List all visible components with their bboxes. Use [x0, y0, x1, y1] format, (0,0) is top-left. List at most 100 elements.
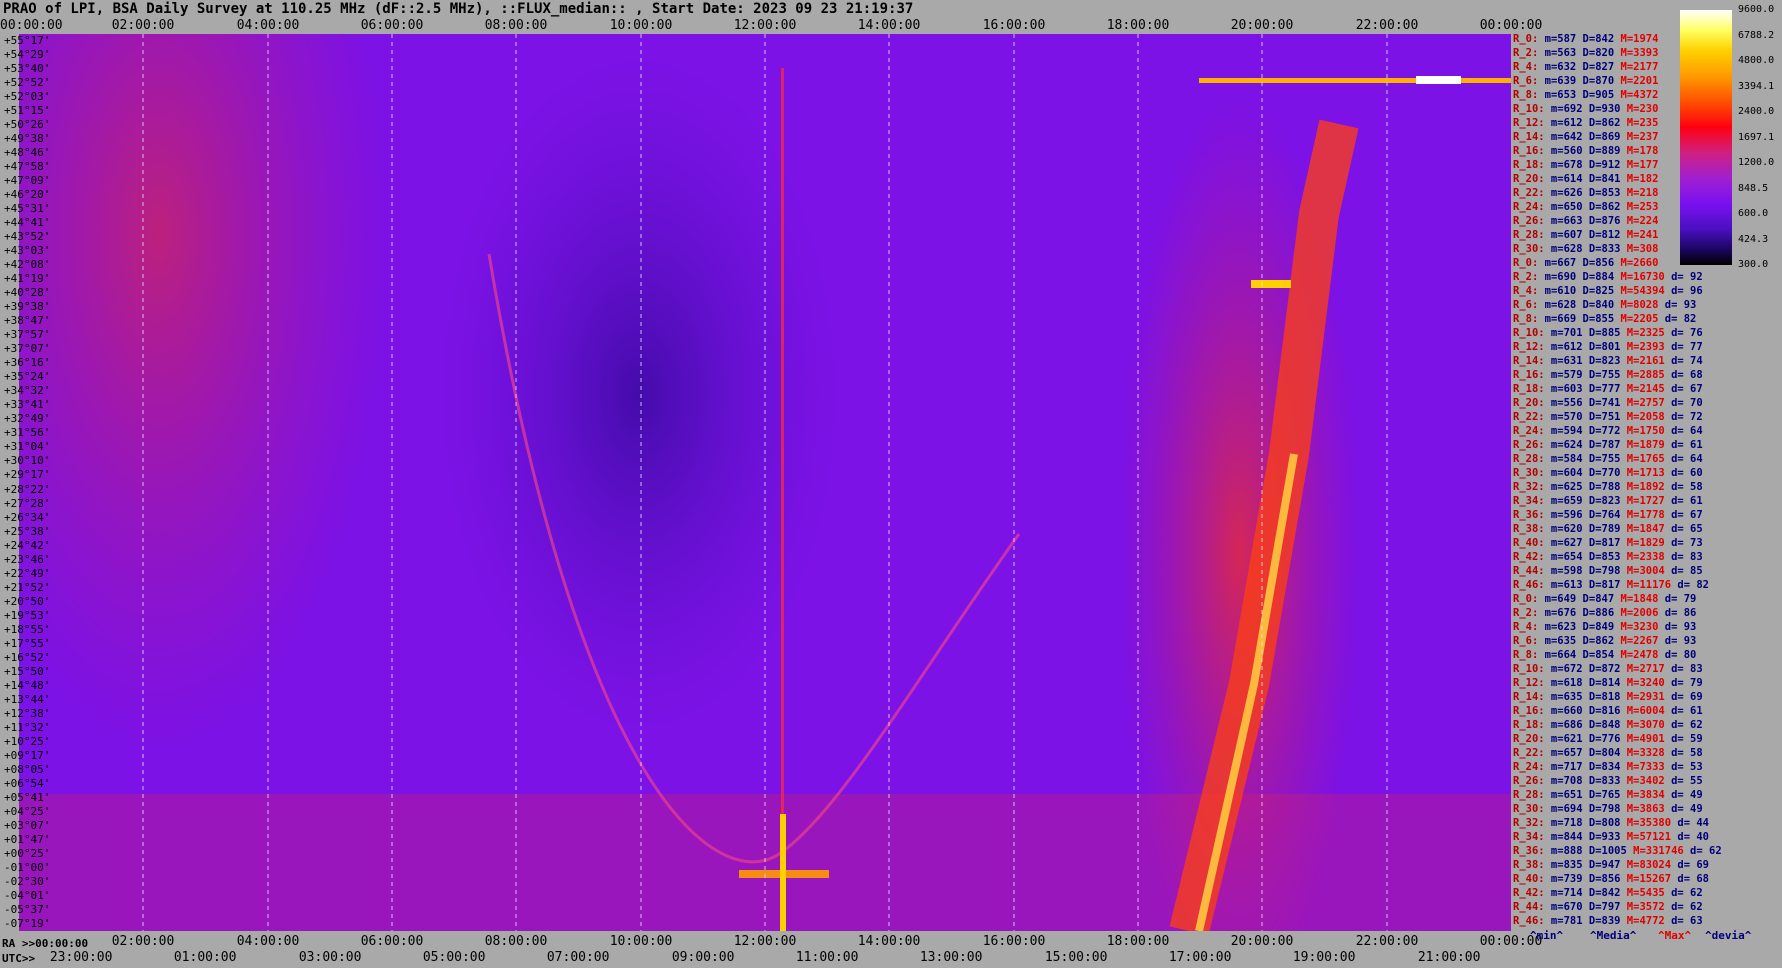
declination-label: -04°01': [4, 888, 51, 902]
beam-max: M=35380: [1620, 817, 1672, 829]
beam-median: D=862: [1582, 201, 1621, 213]
utc-axis-label: UTC>>: [2, 952, 36, 965]
ra-axis-label: RA >>00:00:00: [2, 937, 89, 950]
beam-min: m=604: [1544, 467, 1583, 479]
x-top-tick-label: 00:00:00: [0, 18, 63, 33]
beam-median: D=912: [1582, 159, 1621, 171]
beam-stats-row: R_0: m=587 D=842 M=1974: [1513, 34, 1658, 45]
beam-max: M=4372: [1614, 89, 1659, 101]
beam-max: M=83024: [1620, 859, 1672, 871]
beam-stats-row: R_28: m=607 D=812 M=241: [1513, 230, 1658, 241]
beam-median: D=862: [1576, 635, 1615, 647]
declination-label: +54°29': [4, 48, 51, 62]
beam-max: M=1829: [1620, 537, 1665, 549]
beam-min: m=607: [1544, 229, 1583, 241]
declination-label: +06°54': [4, 776, 51, 790]
declination-label: +14°48': [4, 678, 51, 692]
beam-id: R_22:: [1513, 411, 1545, 423]
beam-dev: d= 80: [1658, 649, 1697, 661]
beam-id: R_2:: [1513, 271, 1539, 283]
beam-dev: d= 64: [1664, 453, 1703, 465]
beam-min: m=676: [1538, 607, 1577, 619]
beam-median: D=833: [1582, 775, 1621, 787]
x-utc-tick-label: 21:00:00: [1417, 950, 1481, 965]
beam-max: M=1879: [1620, 439, 1665, 451]
beam-min: m=714: [1544, 887, 1583, 899]
beam-max: M=11176: [1620, 579, 1672, 591]
declination-label: +39°38': [4, 300, 51, 314]
beam-id: R_38:: [1513, 523, 1545, 535]
beam-stats-row: R_14: m=635 D=818 M=2931 d= 69: [1513, 692, 1703, 703]
beam-id: R_46:: [1513, 915, 1545, 927]
beam-max: M=1778: [1620, 509, 1665, 521]
beam-median: D=817: [1582, 579, 1621, 591]
beam-max: M=2006: [1614, 607, 1659, 619]
beam-stats-row: R_38: m=835 D=947 M=83024 d= 69: [1513, 860, 1709, 871]
beam-id: R_40:: [1513, 537, 1545, 549]
beam-min: m=650: [1544, 201, 1583, 213]
beam-max: M=2660: [1614, 257, 1659, 269]
beam-median: D=1005: [1582, 845, 1627, 857]
beam-min: m=835: [1544, 859, 1583, 871]
beam-stats-row: R_24: m=717 D=834 M=7333 d= 53: [1513, 762, 1703, 773]
beam-dev: d= 60: [1664, 467, 1703, 479]
declination-label: +36°16': [4, 356, 51, 370]
spectrogram-heatmap: [19, 34, 1511, 931]
colorbar: [1680, 10, 1732, 265]
colorbar-tick-label: 848.5: [1738, 182, 1769, 194]
beam-min: m=556: [1544, 397, 1583, 409]
beam-id: R_26:: [1513, 775, 1545, 787]
beam-id: R_30:: [1513, 243, 1545, 255]
beam-stats-row: R_30: m=628 D=833 M=308: [1513, 244, 1658, 255]
beam-id: R_34:: [1513, 495, 1545, 507]
beam-stats-row: R_10: m=672 D=872 M=2717 d= 83: [1513, 664, 1703, 675]
beam-stats-row: R_28: m=584 D=755 M=1765 d= 64: [1513, 454, 1703, 465]
beam-id: R_16:: [1513, 369, 1545, 381]
beam-max: M=253: [1620, 201, 1659, 213]
x-utc-tick-label: 05:00:00: [422, 950, 486, 965]
beam-stats-row: R_34: m=844 D=933 M=57121 d= 40: [1513, 832, 1709, 843]
beam-median: D=772: [1582, 425, 1621, 437]
beam-median: D=856: [1582, 873, 1621, 885]
beam-min: m=670: [1544, 901, 1583, 913]
beam-max: M=1713: [1620, 467, 1665, 479]
beam-min: m=628: [1538, 299, 1577, 311]
beam-min: m=621: [1544, 733, 1583, 745]
beam-stats-row: R_24: m=650 D=862 M=253: [1513, 202, 1658, 213]
beam-stats-row: R_16: m=560 D=889 M=178: [1513, 146, 1658, 157]
beam-max: M=182: [1620, 173, 1659, 185]
beam-stats-row: R_4: m=610 D=825 M=54394 d= 96: [1513, 286, 1703, 297]
declination-label: +28°22': [4, 482, 51, 496]
declination-label: +34°32': [4, 384, 51, 398]
beam-min: m=612: [1544, 117, 1583, 129]
beam-id: R_4:: [1513, 285, 1539, 297]
beam-dev: d= 40: [1671, 831, 1709, 843]
beam-min: m=623: [1538, 621, 1577, 633]
x-top-tick-label: 16:00:00: [982, 18, 1046, 33]
beam-stats-row: R_8: m=669 D=855 M=2205 d= 82: [1513, 314, 1696, 325]
beam-max: M=8028: [1614, 299, 1659, 311]
colorbar-tick-label: 4800.0: [1738, 55, 1775, 66]
beam-median: D=804: [1582, 747, 1621, 759]
declination-label: +09°17': [4, 748, 51, 762]
beam-median: D=741: [1582, 397, 1621, 409]
beam-stats-row: R_40: m=739 D=856 M=15267 d= 68: [1513, 874, 1709, 885]
beam-id: R_14:: [1513, 691, 1545, 703]
beam-min: m=649: [1538, 593, 1577, 605]
legend-min: ^min^: [1530, 929, 1564, 942]
declination-label: +10°25': [4, 734, 51, 748]
beam-min: m=888: [1544, 845, 1583, 857]
beam-id: R_0:: [1513, 33, 1539, 45]
beam-stats-row: R_2: m=563 D=820 M=3393: [1513, 48, 1658, 59]
x-top-tick-label: 18:00:00: [1106, 18, 1170, 33]
declination-label: +52°03': [4, 90, 51, 104]
beam-stats-row: R_12: m=618 D=814 M=3240 d= 79: [1513, 678, 1703, 689]
colorbar-tick-label: 2400.0: [1738, 106, 1775, 117]
beam-id: R_26:: [1513, 439, 1545, 451]
beam-median: D=870: [1576, 75, 1615, 87]
beam-min: m=660: [1544, 705, 1583, 717]
beam-id: R_40:: [1513, 873, 1545, 885]
beam-max: M=6004: [1620, 705, 1665, 717]
beam-median: D=854: [1576, 649, 1615, 661]
beam-id: R_18:: [1513, 159, 1545, 171]
